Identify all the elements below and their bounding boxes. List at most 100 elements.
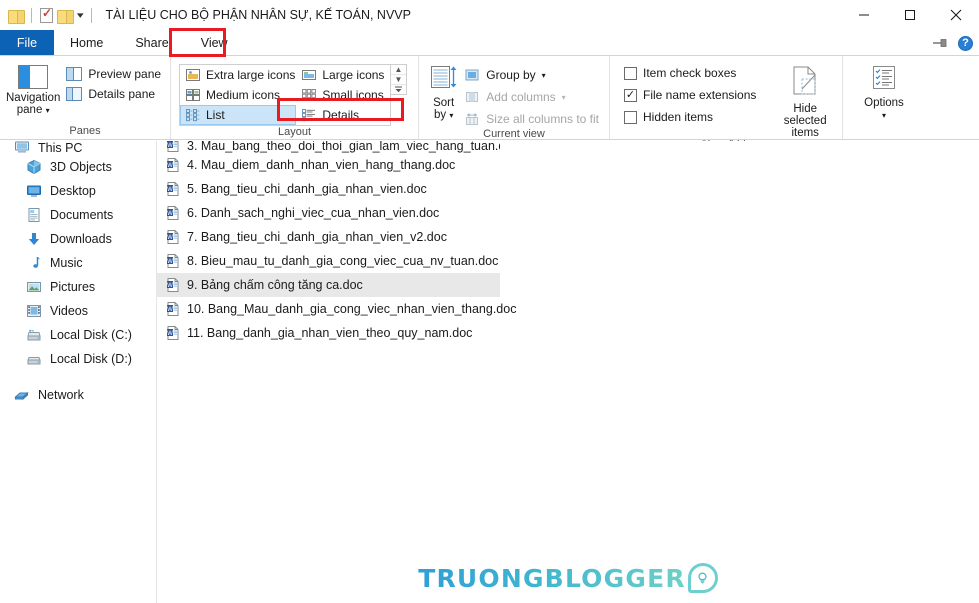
layout-option-medium-icons[interactable]: Medium icons <box>180 85 296 105</box>
ribbon-group-panes: Navigation pane ▾ Preview pane Details p <box>0 56 170 139</box>
list-item[interactable]: W 4. Mau_diem_danh_nhan_vien_hang_thang.… <box>157 153 500 177</box>
sidebar-item-local-disk-d[interactable]: Local Disk (D:) <box>0 347 156 371</box>
checkbox-item-check-boxes[interactable] <box>624 66 637 80</box>
tab-file[interactable]: File <box>0 30 54 55</box>
properties-icon[interactable] <box>40 6 53 23</box>
preview-pane-button[interactable]: Preview pane <box>64 66 165 82</box>
close-button[interactable] <box>933 0 979 30</box>
hidden-items-toggle[interactable]: Hidden items <box>622 109 760 125</box>
ribbon-group-options: Options ▾ <box>842 56 979 139</box>
sidebar-item-network[interactable]: Network <box>0 383 156 407</box>
window-controls[interactable] <box>841 0 979 30</box>
list-item[interactable]: W 10. Bang_Mau_danh_gia_cong_viec_nhan_v… <box>157 297 516 321</box>
file-name: 10. Bang_Mau_danh_gia_cong_viec_nhan_vie… <box>187 302 517 316</box>
layout-option-extra-large-icons[interactable]: Extra large icons <box>180 65 296 85</box>
file-name: 9. Bảng chấm công tăng ca.doc <box>187 278 363 292</box>
sidebar-item-downloads[interactable]: Downloads <box>0 227 156 251</box>
navigation-pane-button[interactable]: Navigation pane ▾ <box>6 61 60 117</box>
ribbon-group-current-view: Sort by ▾ Group by ▾ Add columns ▾ Size … <box>418 56 609 140</box>
checkbox-file-name-extensions[interactable]: ✓ <box>624 88 637 102</box>
small-icons-icon <box>301 87 317 103</box>
maximize-button[interactable] <box>887 0 933 30</box>
sidebar-item-label: Network <box>38 388 84 402</box>
svg-text:W: W <box>167 187 173 193</box>
quick-access-toolbar[interactable]: ▾ <box>8 6 96 24</box>
item-check-boxes-toggle[interactable]: Item check boxes <box>622 65 760 81</box>
sidebar-item-label: 3D Objects <box>50 160 112 174</box>
list-item[interactable]: W 9. Bảng chấm công tăng ca.doc <box>157 273 500 297</box>
sort-by-label-1: Sort <box>433 97 455 109</box>
layout-option-list[interactable]: List <box>180 105 297 125</box>
3d-objects-icon <box>26 159 42 175</box>
sidebar-item-pictures[interactable]: Pictures <box>0 275 156 299</box>
navigation-pane[interactable]: This PC 3D Objects Desktop Documents Dow… <box>0 141 157 603</box>
file-name: 8. Bieu_mau_tu_danh_gia_cong_viec_cua_nv… <box>187 254 499 268</box>
layout-gallery[interactable]: Extra large icons Large icons Medium ico… <box>179 64 391 126</box>
navigation-pane-label-1: Navigation <box>6 92 61 104</box>
word-document-icon: W <box>165 301 181 317</box>
file-name-extensions-toggle[interactable]: ✓ File name extensions <box>622 87 760 103</box>
minimize-button[interactable] <box>841 0 887 30</box>
sidebar-item-3d-objects[interactable]: 3D Objects <box>0 155 156 179</box>
gallery-scroll-down-button[interactable]: ▼ <box>391 75 406 85</box>
ribbon-tab-right-controls[interactable]: ? <box>932 30 973 56</box>
sidebar-item-documents[interactable]: Documents <box>0 203 156 227</box>
layout-option-large-icons[interactable]: Large icons <box>296 65 390 85</box>
group-label-panes: Panes <box>69 125 101 137</box>
chevron-down-icon[interactable]: ▾ <box>46 106 50 115</box>
file-name: 5. Bang_tieu_chi_danh_gia_nhan_vien.doc <box>187 182 427 196</box>
chevron-down-icon[interactable]: ▾ <box>882 111 886 120</box>
help-icon[interactable]: ? <box>958 35 973 51</box>
sidebar-item-videos[interactable]: Videos <box>0 299 156 323</box>
list-view-icon <box>185 107 201 123</box>
chevron-down-icon: ▾ <box>561 92 566 102</box>
sidebar-item-label: Local Disk (D:) <box>50 352 132 366</box>
chevron-down-icon[interactable]: ▾ <box>77 10 84 20</box>
ribbon: Navigation pane ▾ Preview pane Details p <box>0 56 979 151</box>
file-name: 4. Mau_diem_danh_nhan_vien_hang_thang.do… <box>187 158 456 172</box>
layout-gallery-scrollbar[interactable]: ▲ ▼ <box>391 64 407 95</box>
layout-option-details[interactable]: Details <box>296 105 390 125</box>
sort-by-button[interactable]: Sort by ▾ <box>429 61 458 122</box>
list-item[interactable]: W 7. Bang_tieu_chi_danh_gia_nhan_vien_v2… <box>157 225 500 249</box>
details-pane-icon <box>66 87 83 101</box>
gallery-scroll-up-button[interactable]: ▲ <box>391 65 406 75</box>
chevron-down-icon[interactable]: ▾ <box>449 111 453 120</box>
hide-selected-items-icon <box>788 65 822 100</box>
new-folder-icon[interactable] <box>57 9 74 24</box>
list-item[interactable]: W 11. Bang_danh_gia_nhan_vien_theo_quy_n… <box>157 321 500 345</box>
options-button[interactable]: Options ▾ <box>853 61 915 122</box>
tab-home[interactable]: Home <box>54 30 119 55</box>
sidebar-item-music[interactable]: Music <box>0 251 156 275</box>
downloads-icon <box>26 231 42 247</box>
list-item[interactable]: W 6. Danh_sach_nghi_viec_cua_nhan_vien.d… <box>157 201 500 225</box>
checkbox-hidden-items[interactable] <box>624 110 637 124</box>
details-pane-button[interactable]: Details pane <box>64 86 165 102</box>
sidebar-item-label: Local Disk (C:) <box>50 328 132 342</box>
file-list[interactable]: W 3. Mau_bang_theo_doi_thoi_gian_lam_vie… <box>157 141 979 603</box>
chevron-down-icon[interactable]: ▾ <box>542 71 546 80</box>
pin-ribbon-icon[interactable] <box>932 36 948 50</box>
list-item[interactable]: W 8. Bieu_mau_tu_danh_gia_cong_viec_cua_… <box>157 249 500 273</box>
sidebar-item-desktop[interactable]: Desktop <box>0 179 156 203</box>
list-item[interactable]: W 3. Mau_bang_theo_doi_thoi_gian_lam_vie… <box>157 141 500 153</box>
sidebar-item-this-pc[interactable]: This PC <box>0 141 156 155</box>
svg-text:W: W <box>167 143 173 149</box>
hide-selected-items-button[interactable]: Hide selected items <box>774 61 836 139</box>
desktop-icon <box>26 183 42 199</box>
group-label-layout: Layout <box>277 126 312 138</box>
sidebar-item-label: Videos <box>50 304 88 318</box>
ribbon-tab-strip[interactable]: File Home Share View ? <box>0 30 979 56</box>
tab-view[interactable]: View <box>184 30 244 55</box>
sidebar-item-local-disk-c[interactable]: Local Disk (C:) <box>0 323 156 347</box>
layout-option-small-icons[interactable]: Small icons <box>296 85 390 105</box>
preview-pane-icon <box>66 67 83 81</box>
group-by-button[interactable]: Group by ▾ <box>462 66 603 84</box>
tab-share[interactable]: Share <box>119 30 184 55</box>
word-document-icon: W <box>165 277 181 293</box>
gallery-more-button[interactable] <box>391 85 406 94</box>
hide-selected-label-1: Hide selected <box>783 103 827 127</box>
list-item[interactable]: W 5. Bang_tieu_chi_danh_gia_nhan_vien.do… <box>157 177 500 201</box>
folder-icon[interactable] <box>8 9 25 24</box>
drive-icon <box>26 351 42 367</box>
